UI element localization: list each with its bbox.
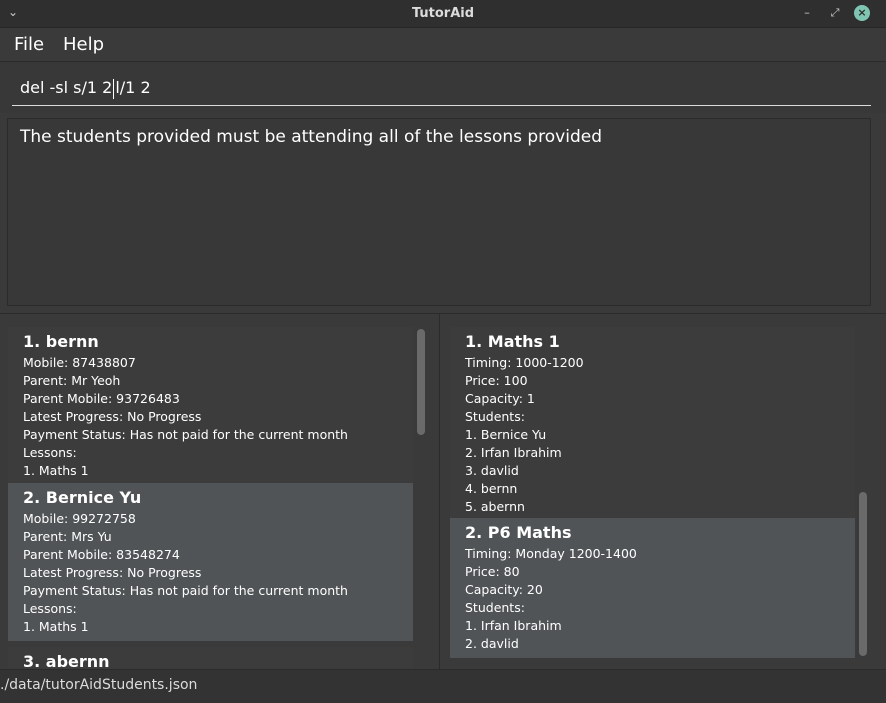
menu-file[interactable]: File [14,34,44,55]
student-lessons-label: Lessons: [23,601,77,616]
lesson-capacity: Capacity: 20 [465,582,543,597]
lesson-timing: Timing: 1000-1200 [465,355,584,370]
lesson-capacity: Capacity: 1 [465,391,535,406]
student-parent-mobile: Parent Mobile: 83548274 [23,547,180,562]
lesson-card[interactable]: 2. P6 Maths Timing: Monday 1200-1400 Pri… [450,518,855,658]
student-mobile: Mobile: 87438807 [23,355,136,370]
title-bar: ⌄ TutorAid – ⤢ × [0,0,886,28]
lesson-student-item: 3. davlid [465,463,519,478]
list-panels: 1. bernn Mobile: 87438807 Parent: Mr Yeo… [0,313,886,670]
student-parent: Parent: Mr Yeoh [23,373,121,388]
status-bar: ./data/tutorAidStudents.json [0,669,886,703]
student-name: 3. abernn [23,652,110,670]
student-progress: Latest Progress: No Progress [23,565,202,580]
student-card[interactable]: 2. Bernice Yu Mobile: 99272758 Parent: M… [8,483,413,641]
command-text-after-caret: l/1 2 [115,78,151,97]
student-lesson-item: 1. Maths 1 [23,463,89,478]
lesson-price: Price: 100 [465,373,528,388]
lesson-student-item: 5. abernn [465,499,525,514]
command-input[interactable]: del -sl s/1 2 l/1 2 [12,72,871,106]
save-file-path: ./data/tutorAidStudents.json [0,677,198,693]
student-progress: Latest Progress: No Progress [23,409,202,424]
lesson-list-panel[interactable]: 1. Maths 1 Timing: 1000-1200 Price: 100 … [440,314,886,670]
lesson-card[interactable]: 1. Maths 1 Timing: 1000-1200 Price: 100 … [450,327,855,518]
lesson-timing: Timing: Monday 1200-1400 [465,546,637,561]
lesson-name: 2. P6 Maths [465,523,572,542]
command-text-before-caret: del -sl s/1 2 [20,78,113,97]
student-list-panel[interactable]: 1. bernn Mobile: 87438807 Parent: Mr Yeo… [0,314,440,670]
student-lesson-item: 1. Maths 1 [23,619,89,634]
lesson-student-item: 2. Irfan Ibrahim [465,445,562,460]
result-display[interactable]: The students provided must be attending … [7,118,871,306]
student-parent-mobile: Parent Mobile: 93726483 [23,391,180,406]
lesson-student-item: 4. bernn [465,481,518,496]
close-icon[interactable]: × [854,5,870,21]
lesson-students-label: Students: [465,600,525,615]
command-box: del -sl s/1 2 l/1 2 [0,61,886,113]
student-name: 1. bernn [23,332,99,351]
student-payment-status: Payment Status: Has not paid for the cur… [23,583,348,598]
student-card[interactable]: 1. bernn Mobile: 87438807 Parent: Mr Yeo… [8,327,413,483]
menu-help[interactable]: Help [63,34,104,55]
lesson-student-item: 1. Irfan Ibrahim [465,618,562,633]
restore-icon[interactable]: ⤢ [826,4,844,22]
minimize-icon[interactable]: – [798,4,816,22]
lesson-name: 1. Maths 1 [465,332,560,351]
student-list-scrollbar[interactable] [417,329,425,435]
student-payment-status: Payment Status: Has not paid for the cur… [23,427,348,442]
lesson-student-item: 1. Bernice Yu [465,427,547,442]
student-lessons-label: Lessons: [23,445,77,460]
student-parent: Parent: Mrs Yu [23,529,112,544]
student-mobile: Mobile: 99272758 [23,511,136,526]
student-card[interactable]: 3. abernn [8,647,413,670]
result-message: The students provided must be attending … [20,127,603,147]
lesson-student-item: 2. davlid [465,636,519,651]
lesson-price: Price: 80 [465,564,520,579]
window-title: TutorAid [411,6,475,21]
lesson-students-label: Students: [465,409,525,424]
student-name: 2. Bernice Yu [23,488,142,507]
lesson-list-scrollbar[interactable] [859,492,867,656]
menu-bar: File Help [0,28,886,61]
